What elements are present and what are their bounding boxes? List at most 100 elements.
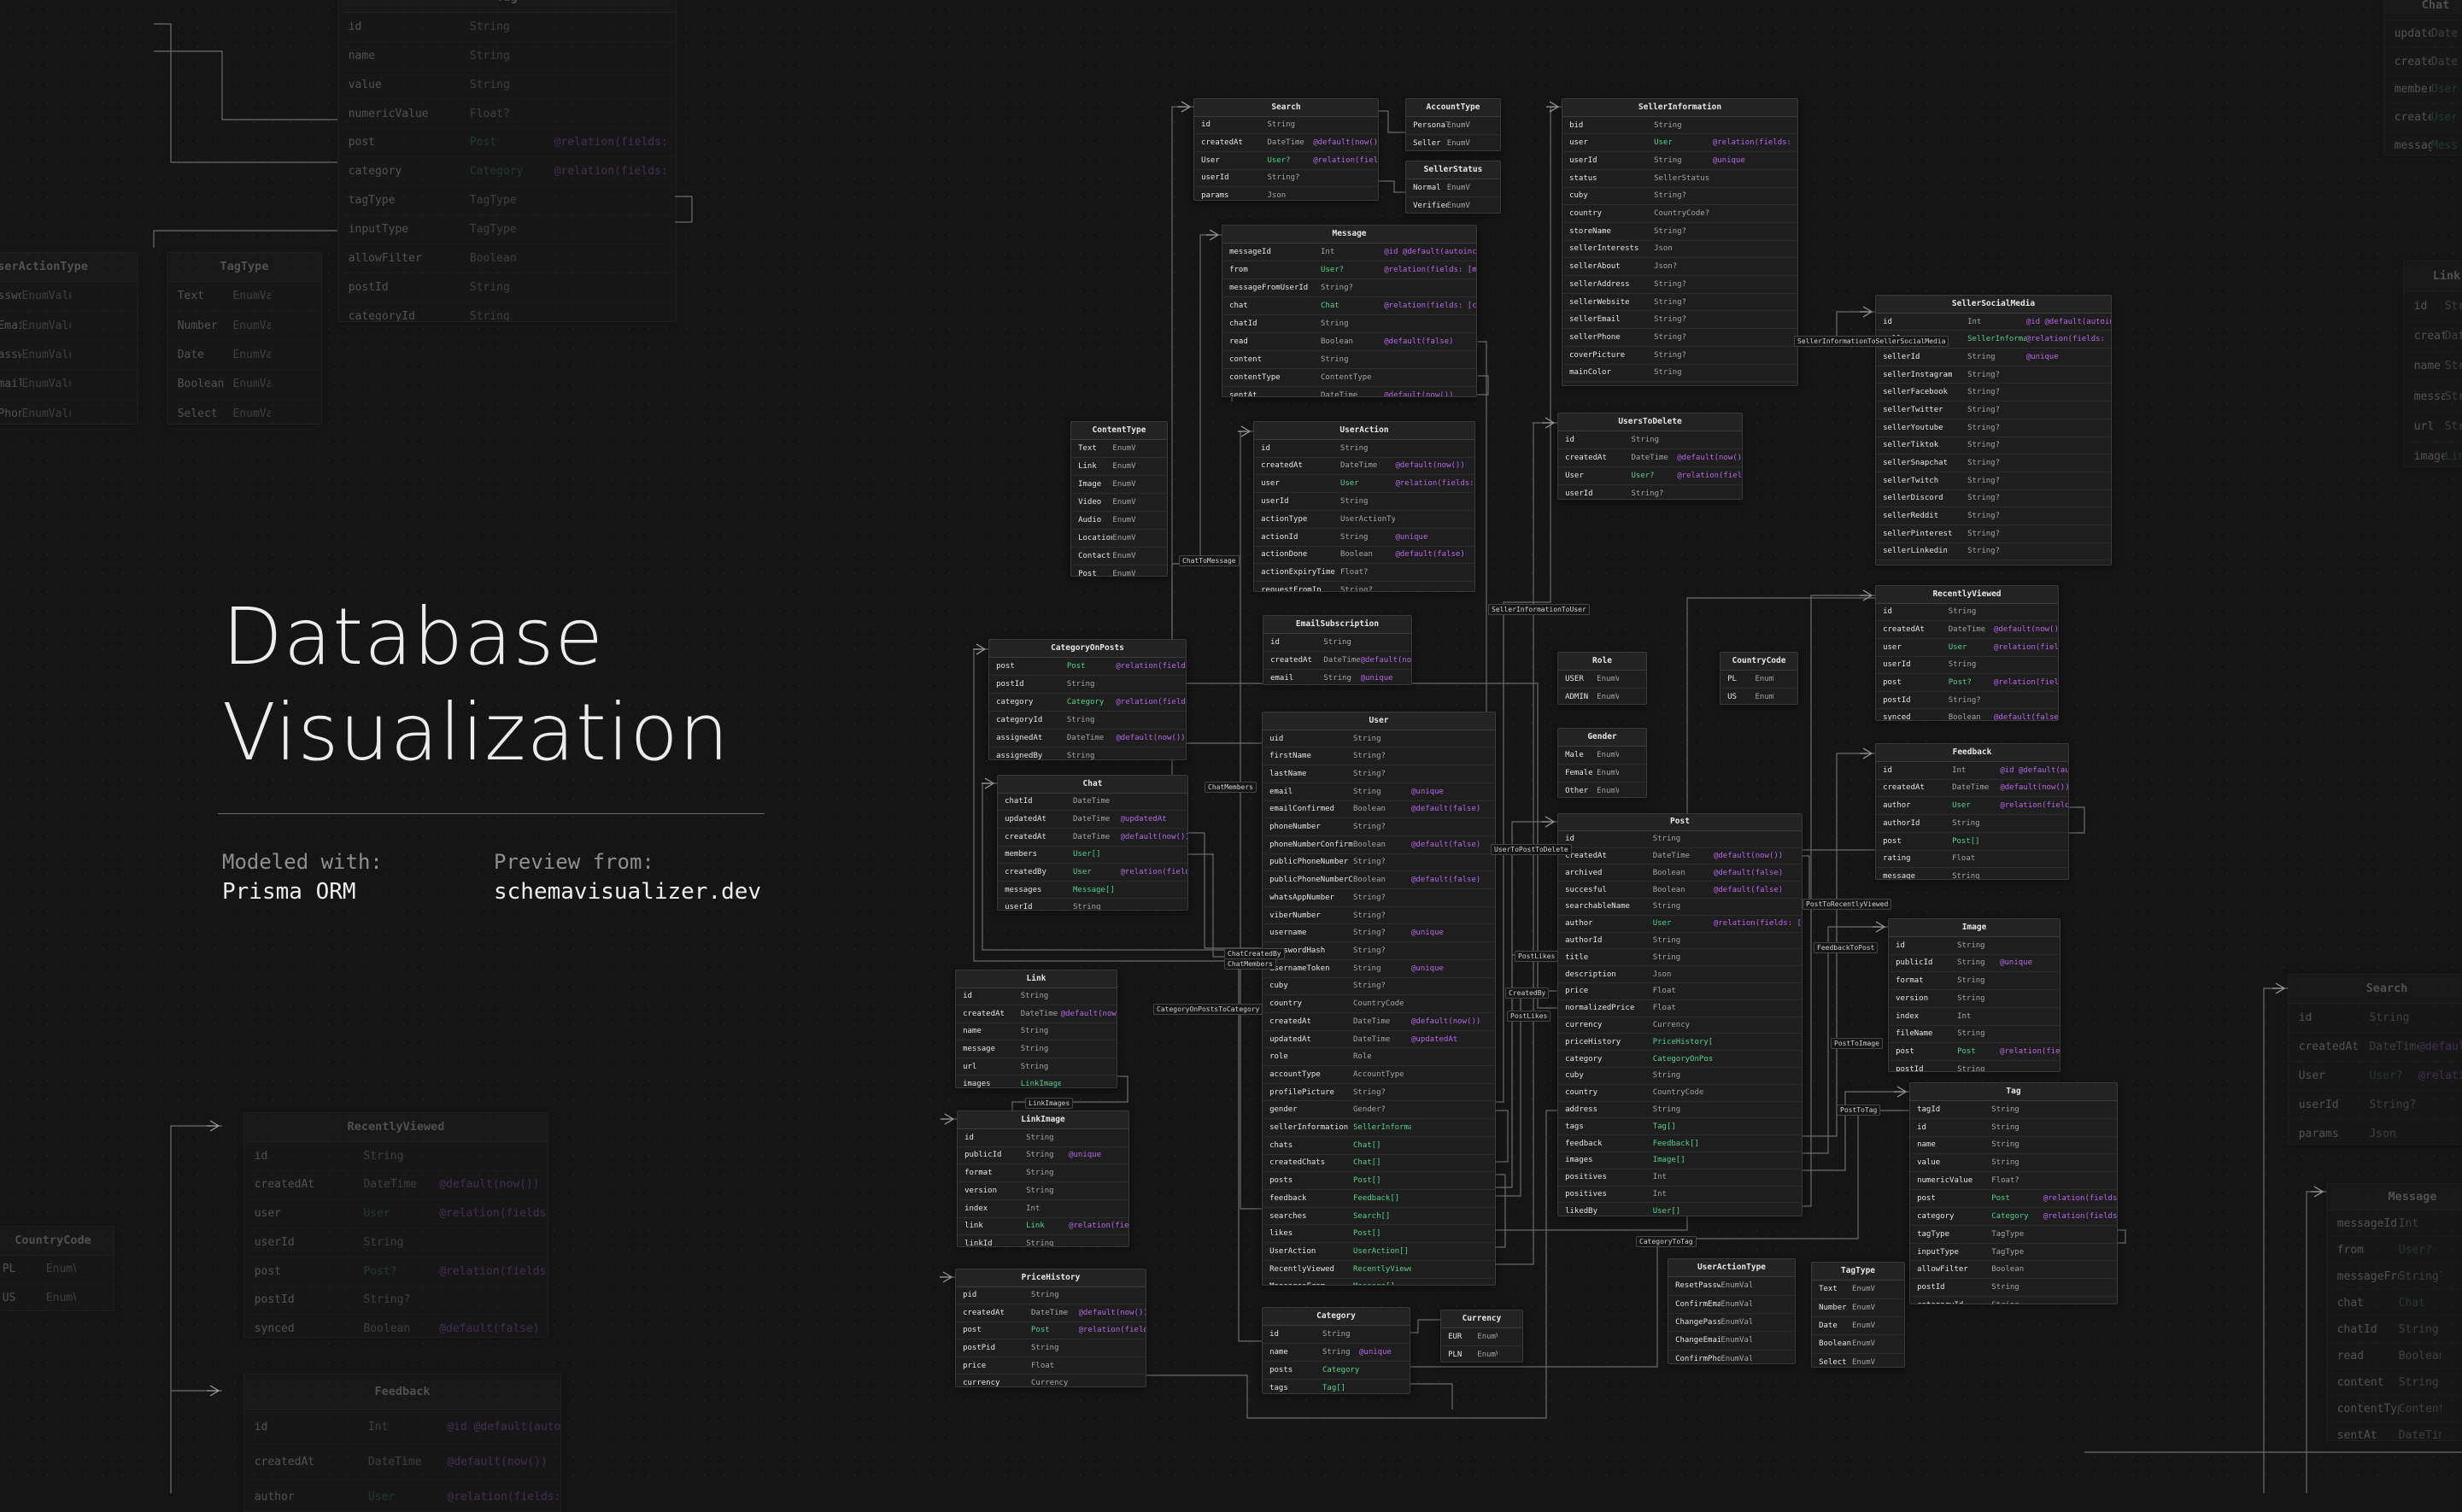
table-row[interactable]: posts CategoryOnPosts[] [1263, 1362, 1410, 1380]
table-row[interactable]: authorId String [1876, 815, 2068, 833]
table-row[interactable]: pid String [956, 1287, 1146, 1305]
table-countrycode[interactable]: CountryCode PL EnumValue? US EnumValue? [1720, 652, 1798, 705]
table-bg-tagtype[interactable]: TagTypeTextEnumValue?NumberEnumValue?Dat… [167, 252, 322, 425]
table-row[interactable]: sellerEmail String? [1562, 311, 1797, 330]
table-row[interactable]: actionId String @unique [1254, 529, 1474, 547]
table-row[interactable]: normalizedPrice Float [1558, 1000, 1802, 1017]
table-message[interactable]: Message messageId Int @id @default(autoincr… [1222, 225, 1477, 397]
table-row[interactable]: actionDone Boolean @default(false) [1254, 547, 1474, 565]
table-user[interactable]: User uid String firstName String? lastName Str… [1262, 712, 1496, 1286]
table-row[interactable]: version String [1889, 990, 2060, 1008]
table-row[interactable]: post Post? @relation(fields: [postId]) [1876, 674, 2058, 692]
table-row[interactable]: post Post? @relation(fields: [postId]) [244, 1257, 548, 1286]
table-row[interactable]: name String [1910, 1137, 2117, 1155]
table-row[interactable]: BooleanEnumValue? [167, 370, 321, 400]
table-row[interactable]: sellerWebsite String? [1562, 294, 1797, 312]
table-row[interactable]: user User @relation(fields: [userId]) [1876, 639, 2058, 657]
table-row[interactable]: bid String [1562, 117, 1797, 135]
table-row[interactable]: price Float [956, 1357, 1146, 1375]
table-row[interactable]: chatId String [2327, 1316, 2462, 1343]
table-row[interactable]: title String [1558, 949, 1802, 967]
table-row[interactable]: content String [1222, 351, 1476, 369]
table-row[interactable]: chat Chat [2327, 1290, 2462, 1316]
table-row[interactable]: accountType AccountType [1263, 1066, 1495, 1084]
table-row[interactable]: messageId Int [2327, 1210, 2462, 1237]
table-row[interactable]: postId String? [244, 1286, 548, 1316]
table-tagtype[interactable]: TagTypeTextEnumValue?NumberEnumValue?Dat… [1811, 1262, 1905, 1368]
table-row[interactable]: chats Chat[] [1263, 1137, 1495, 1155]
table-row[interactable]: value String [338, 71, 676, 100]
table-row[interactable]: updatedAt DateTime @updatedAt [1263, 1031, 1495, 1049]
table-row[interactable]: ContactEnumValue? [1071, 548, 1167, 566]
table-row[interactable]: Link EnumValue? [1071, 458, 1167, 476]
table-row[interactable]: categoryIdString [1910, 1297, 2117, 1304]
table-row[interactable]: tagType TagType [338, 186, 676, 216]
table-row[interactable]: actionExpiryTime Float? [1254, 564, 1474, 583]
table-sellerinformation[interactable]: SellerInformation bid String user User @relat… [1562, 98, 1798, 386]
table-linkimage[interactable]: LinkImage id String publicId String @unique fo… [957, 1111, 1129, 1247]
table-row[interactable]: members User[] [998, 847, 1187, 864]
table-row[interactable]: userId String? [2289, 1091, 2462, 1120]
table-row[interactable]: whatsAppNumber String? [1263, 889, 1495, 907]
table-row[interactable]: Image EnumValue? [1071, 476, 1167, 494]
table-bg-search[interactable]: Search id String createdAt DateTime@default(… [2288, 974, 2462, 1145]
table-row[interactable]: userId String? [1194, 170, 1378, 188]
table-row[interactable]: id String [1876, 604, 2058, 622]
table-row[interactable]: Seller EnumValue? [1406, 135, 1500, 150]
table-row[interactable]: rating Float [1876, 851, 2068, 869]
table-row[interactable]: positives Int [1558, 1169, 1802, 1187]
table-row[interactable]: contentType ContentType [1222, 369, 1476, 387]
table-row[interactable]: index Int [958, 1200, 1128, 1218]
table-bg-message[interactable]: MessagemessageIdIntfromUser?messageFromU… [2326, 1183, 2462, 1441]
table-row[interactable]: BooleanEnumValue? [1812, 1335, 1904, 1354]
table-row[interactable]: createdByUser [2384, 104, 2462, 132]
table-row[interactable]: publicPhoneNumber String? [1263, 854, 1495, 872]
table-bg-right-top[interactable]: ChatupdatedAtDateTimecreatedAtDateTimeme… [2383, 0, 2462, 155]
table-row[interactable]: id String [2289, 1004, 2462, 1033]
table-row[interactable]: imagesLinkImage[] [2404, 442, 2462, 466]
table-row[interactable]: assignedBy String [989, 747, 1186, 759]
table-row[interactable]: linkId String [958, 1235, 1128, 1246]
table-row[interactable]: id Int @id @default(autoincrement()) [1876, 314, 2111, 331]
table-row[interactable]: id String [244, 1142, 548, 1171]
table-row[interactable]: user User @relation(fields: [userId]) [1562, 134, 1797, 153]
table-row[interactable]: numericValue Float? [1910, 1172, 2117, 1191]
table-row[interactable]: post Post @relation(fields: [postId]) [956, 1322, 1146, 1340]
table-row[interactable]: mainColor String [1562, 365, 1797, 383]
table-row[interactable]: viberNumber String? [1263, 907, 1495, 925]
table-row[interactable]: id String [2404, 291, 2462, 322]
table-row[interactable]: archived Boolean @default(false) [1558, 864, 1802, 882]
table-row[interactable]: ConfirmPhoneNumberEnumValue? [1668, 1351, 1795, 1363]
table-chat[interactable]: Chat chatId DateTime updatedAt DateTime @upda… [997, 775, 1188, 911]
table-row[interactable]: ChangePasswordEnumValue? [0, 341, 138, 371]
table-row[interactable]: createdAt DateTime @default(now()) [998, 829, 1187, 847]
table-row[interactable]: ConfirmEmailEnumValue? [0, 312, 138, 341]
table-row[interactable]: email String @unique [1263, 783, 1495, 801]
table-row[interactable]: sellerFacebook String? [1876, 384, 2111, 402]
table-row[interactable]: username String? @unique [1263, 924, 1495, 943]
table-row[interactable]: PL EnumValue? [0, 1256, 114, 1285]
table-row[interactable]: PLN EnumValue? [1441, 1346, 1522, 1362]
table-row[interactable]: ResetPasswordEnumValue? [0, 282, 138, 312]
table-row[interactable]: id String [1254, 440, 1474, 458]
table-row[interactable]: ChangePasswordEnumValue? [1668, 1314, 1795, 1333]
table-category[interactable]: Category id String name String @unique posts Ca… [1262, 1307, 1410, 1394]
table-row[interactable]: url String [2404, 412, 2462, 442]
table-row[interactable]: User User? @relation(fields: [userId]) [1558, 467, 1742, 485]
table-row[interactable]: socialMediaSellerSocialMedia? [1562, 382, 1797, 385]
table-row[interactable]: tagType TagType [1910, 1226, 2117, 1244]
table-row[interactable]: firstName String? [1263, 747, 1495, 766]
table-useraction[interactable]: UserAction id String createdAt DateTime @defa… [1253, 421, 1475, 592]
table-row[interactable]: Other EnumValue? [1558, 782, 1646, 797]
table-row[interactable]: tagId String [1910, 1101, 2117, 1119]
table-row[interactable]: Number EnumValue? [167, 312, 321, 341]
table-row[interactable]: posts Post[] [1263, 1172, 1495, 1190]
table-row[interactable]: country CountryCode? [1562, 205, 1797, 223]
table-row[interactable]: from User? @relation(fields: [messageFromU… [1222, 261, 1476, 279]
table-row[interactable]: passwordHash String? [1263, 942, 1495, 960]
table-feedback[interactable]: Feedback id Int @id @default(autoincrement(… [1875, 743, 2069, 880]
table-row[interactable]: phoneNumberConfirmed Boolean @default(fals… [1263, 836, 1495, 854]
table-row[interactable]: assignedAt DateTime @default(now()) [989, 730, 1186, 747]
table-row[interactable]: messageFromUserId String? [1222, 279, 1476, 297]
table-row[interactable]: profilePicture String? [1263, 1084, 1495, 1102]
